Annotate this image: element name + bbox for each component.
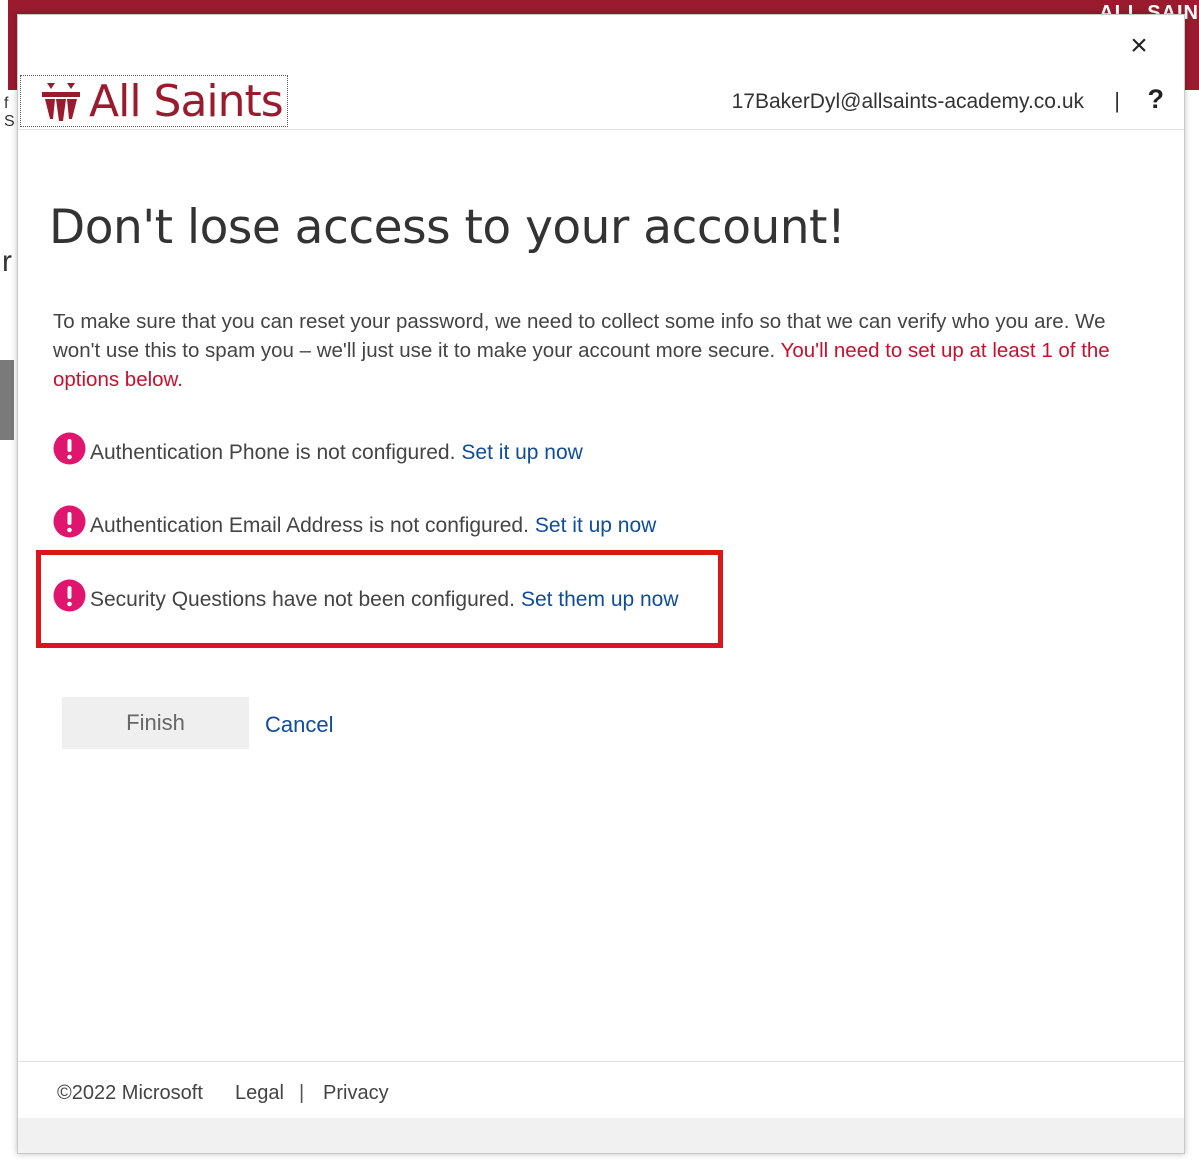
auth-email-status: Authentication Email Address is not conf… <box>90 514 529 537</box>
intro-paragraph: To make sure that you can reset your pas… <box>53 307 1123 394</box>
background-left-glyph: r <box>2 245 12 278</box>
copyright-text: ©2022 Microsoft <box>57 1082 203 1104</box>
legal-link[interactable]: Legal <box>235 1082 284 1105</box>
dialog-header: All Saints 17BakerDyl@allsaints-academy.… <box>18 73 1184 130</box>
alert-icon <box>53 432 86 465</box>
all-saints-logo: All Saints <box>20 75 288 127</box>
security-questions-item: Security Questions have not been configu… <box>53 579 679 612</box>
background-left-text: f S <box>4 95 15 130</box>
finish-button[interactable]: Finish <box>62 697 249 749</box>
dialog-footer: ©2022 Microsoft Legal | Privacy <box>18 1061 1184 1118</box>
page-title: Don't lose access to your account! <box>49 200 846 255</box>
security-questions-status: Security Questions have not been configu… <box>90 588 515 611</box>
auth-phone-item: Authentication Phone is not configured. … <box>53 432 583 465</box>
alert-icon <box>53 505 86 538</box>
auth-phone-status: Authentication Phone is not configured. <box>90 441 456 464</box>
help-button[interactable]: ? <box>1148 84 1165 115</box>
cancel-link[interactable]: Cancel <box>265 712 333 738</box>
crest-icon <box>42 83 80 121</box>
auth-email-item: Authentication Email Address is not conf… <box>53 505 656 538</box>
privacy-link[interactable]: Privacy <box>323 1082 389 1105</box>
logo-text: All Saints <box>89 75 284 127</box>
alert-icon <box>53 579 86 612</box>
security-questions-setup-link[interactable]: Set them up now <box>521 588 679 612</box>
auth-phone-setup-link[interactable]: Set it up now <box>461 441 582 465</box>
bottom-strip <box>18 1118 1184 1153</box>
background-left-bar <box>0 360 14 440</box>
close-button[interactable]: × <box>1124 31 1154 61</box>
account-setup-dialog: × All Saints 17BakerDyl@allsaints-academ… <box>17 14 1185 1154</box>
header-divider: | <box>1114 88 1120 113</box>
auth-email-setup-link[interactable]: Set it up now <box>535 514 656 538</box>
user-email: 17BakerDyl@allsaints-academy.co.uk <box>731 90 1084 113</box>
footer-divider: | <box>299 1082 305 1104</box>
